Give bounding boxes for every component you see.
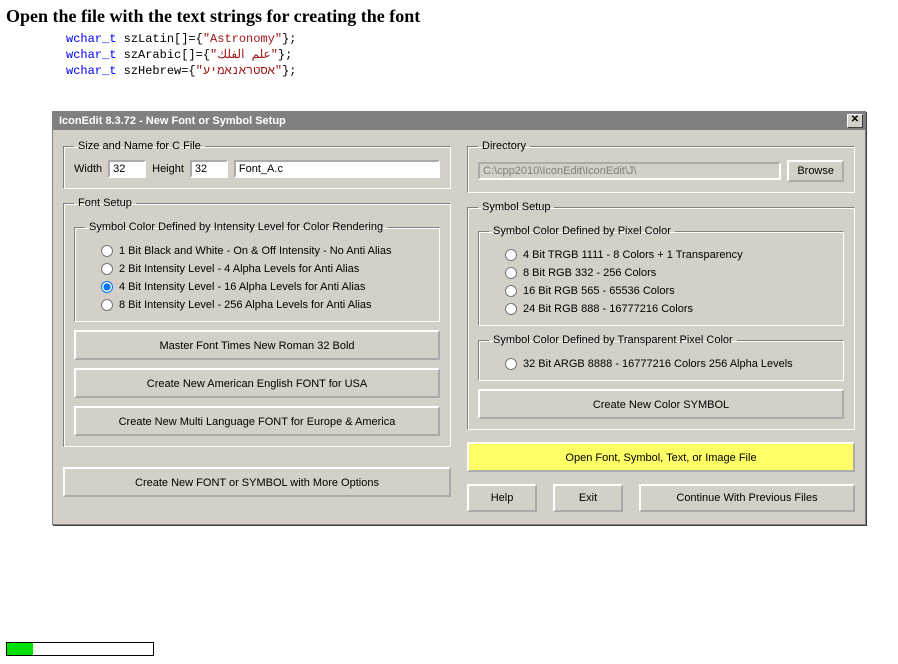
exit-button[interactable]: Exit [553,484,623,512]
symbol-setup-group: Symbol Setup Symbol Color Defined by Pix… [467,201,855,430]
browse-button[interactable]: Browse [787,160,844,182]
titlebar: IconEdit 8.3.72 - New Font or Symbol Set… [53,112,865,130]
font-setup-group: Font Setup Symbol Color Defined by Inten… [63,197,451,447]
directory-legend: Directory [478,140,530,152]
radio-pixel-2[interactable]: 16 Bit RGB 565 - 65536 Colors [505,285,833,297]
radio-label: 32 Bit ARGB 8888 - 16777216 Colors 256 A… [523,358,793,370]
keyword: wchar_t [66,32,116,46]
radio-input[interactable] [505,303,517,315]
radio-pixel-3[interactable]: 24 Bit RGB 888 - 16777216 Colors [505,303,833,315]
dialog-window: IconEdit 8.3.72 - New Font or Symbol Set… [52,111,866,525]
page-heading: Open the file with the text strings for … [6,6,898,27]
pixel-radio-list: 4 Bit TRGB 1111 - 8 Colors + 1 Transpare… [489,249,833,315]
progress-fill [7,643,33,655]
font-setup-legend: Font Setup [74,197,136,209]
radio-intensity-2[interactable]: 4 Bit Intensity Level - 16 Alpha Levels … [101,281,429,293]
close-button[interactable]: ✕ [847,114,863,128]
radio-argb-8888[interactable]: 32 Bit ARGB 8888 - 16777216 Colors 256 A… [505,358,833,370]
symbol-setup-legend: Symbol Setup [478,201,554,213]
transparent-color-legend: Symbol Color Defined by Transparent Pixe… [489,334,737,346]
radio-label: 8 Bit RGB 332 - 256 Colors [523,267,656,279]
create-symbol-button[interactable]: Create New Color SYMBOL [478,389,844,419]
keyword: wchar_t [66,64,116,78]
create-english-font-button[interactable]: Create New American English FONT for USA [74,368,440,398]
intensity-group: Symbol Color Defined by Intensity Level … [74,221,440,322]
intensity-legend: Symbol Color Defined by Intensity Level … [85,221,387,233]
master-font-button[interactable]: Master Font Times New Roman 32 Bold [74,330,440,360]
radio-label: 16 Bit RGB 565 - 65536 Colors [523,285,675,297]
directory-group: Directory Browse [467,140,855,193]
radio-input[interactable] [505,249,517,261]
radio-intensity-3[interactable]: 8 Bit Intensity Level - 256 Alpha Levels… [101,299,429,311]
string-literal: "Astronomy" [203,32,282,46]
radio-label: 24 Bit RGB 888 - 16777216 Colors [523,303,693,315]
width-input[interactable] [108,160,146,178]
progress-bar [6,642,154,656]
radio-pixel-1[interactable]: 8 Bit RGB 332 - 256 Colors [505,267,833,279]
size-name-legend: Size and Name for C File [74,140,205,152]
radio-pixel-0[interactable]: 4 Bit TRGB 1111 - 8 Colors + 1 Transpare… [505,249,833,261]
filename-input[interactable] [234,160,440,178]
directory-path [478,162,781,180]
radio-input[interactable] [505,267,517,279]
more-options-button[interactable]: Create New FONT or SYMBOL with More Opti… [63,467,451,497]
radio-intensity-1[interactable]: 2 Bit Intensity Level - 4 Alpha Levels f… [101,263,429,275]
radio-input[interactable] [101,245,113,257]
radio-input[interactable] [101,299,113,311]
intensity-radio-list: 1 Bit Black and White - On & Off Intensi… [85,245,429,311]
create-multi-lang-font-button[interactable]: Create New Multi Language FONT for Europ… [74,406,440,436]
close-icon: ✕ [851,114,859,125]
keyword: wchar_t [66,48,116,62]
width-label: Width [74,163,102,175]
radio-label: 1 Bit Black and White - On & Off Intensi… [119,245,391,257]
pixel-color-legend: Symbol Color Defined by Pixel Color [489,225,675,237]
radio-label: 2 Bit Intensity Level - 4 Alpha Levels f… [119,263,359,275]
radio-input[interactable] [101,281,113,293]
radio-label: 4 Bit Intensity Level - 16 Alpha Levels … [119,281,365,293]
string-literal: "אסטראנאמיע" [196,64,282,78]
transparent-color-group: Symbol Color Defined by Transparent Pixe… [478,334,844,381]
continue-button[interactable]: Continue With Previous Files [639,484,855,512]
height-input[interactable] [190,160,228,178]
string-literal: "علم الفلك" [210,48,278,62]
pixel-color-group: Symbol Color Defined by Pixel Color 4 Bi… [478,225,844,326]
radio-label: 8 Bit Intensity Level - 256 Alpha Levels… [119,299,372,311]
dialog-title: IconEdit 8.3.72 - New Font or Symbol Set… [59,115,286,127]
open-file-button[interactable]: Open Font, Symbol, Text, or Image File [467,442,855,472]
radio-input[interactable] [505,285,517,297]
height-label: Height [152,163,184,175]
help-button[interactable]: Help [467,484,537,512]
radio-input[interactable] [505,358,517,370]
radio-input[interactable] [101,263,113,275]
radio-label: 4 Bit TRGB 1111 - 8 Colors + 1 Transpare… [523,249,743,261]
size-name-group: Size and Name for C File Width Height [63,140,451,189]
code-snippet: wchar_t szLatin[]={"Astronomy"}; wchar_t… [66,31,898,79]
radio-intensity-0[interactable]: 1 Bit Black and White - On & Off Intensi… [101,245,429,257]
